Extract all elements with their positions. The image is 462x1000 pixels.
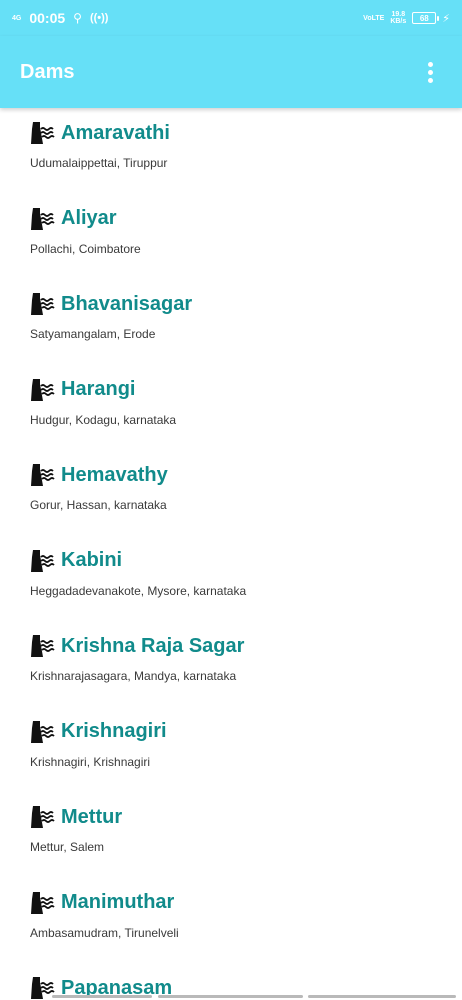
dam-location: Pollachi, Coimbatore xyxy=(30,241,141,256)
dam-icon xyxy=(31,549,55,572)
lte-indicator: VoLTE xyxy=(363,14,385,22)
dam-icon xyxy=(31,122,55,144)
battery-level: 68 xyxy=(419,13,429,23)
list-item[interactable]: Bhavanisagar Satyamangalam, Erode xyxy=(0,279,462,365)
network-speed-value: 19.8 xyxy=(391,11,406,18)
dam-name: Krishnagiri xyxy=(61,720,167,742)
list-item[interactable]: Krishnagiri Krishnagiri, Krishnagiri xyxy=(0,707,462,793)
dam-icon xyxy=(31,207,55,230)
dam-location: Udumalaippettai, Tiruppur xyxy=(30,156,168,170)
dam-location: Satyamangalam, Erode xyxy=(30,327,156,341)
charging-icon: ⚡ xyxy=(442,12,450,25)
dam-name: Harangi xyxy=(61,378,136,400)
dam-name: Manimuthar xyxy=(61,891,175,913)
nav-handle-right xyxy=(308,995,456,998)
status-time: 00:05 xyxy=(29,10,66,26)
dam-location: Hudgur, Kodagu, karnataka xyxy=(30,412,177,427)
network-speed-unit: KB/s xyxy=(390,18,407,25)
battery-icon: 68 xyxy=(412,12,440,24)
dam-icon xyxy=(31,720,55,743)
dam-icon xyxy=(31,464,55,486)
status-bar: 4G 00:05 ⚲ ((•)) VoLTE 19.8 KB/s 68 ⚡ xyxy=(0,0,462,36)
nav-handle-center xyxy=(158,995,303,998)
app-bar: Dams xyxy=(0,36,462,108)
network-indicator: 4G xyxy=(12,14,22,22)
list-item[interactable]: Aliyar Pollachi, Coimbatore xyxy=(0,194,462,280)
dam-location: Krishnagiri, Krishnagiri xyxy=(30,754,151,769)
list-item[interactable]: Mettur Mettur, Salem xyxy=(0,792,462,878)
list-item[interactable]: Hemavathy Gorur, Hassan, karnataka xyxy=(0,450,462,536)
hotspot-icon: ((•)) xyxy=(89,12,109,24)
dam-list: Amaravathi Udumalaippettai, Tiruppur Ali… xyxy=(0,108,462,1000)
dam-name: Bhavanisagar xyxy=(61,292,193,315)
dam-icon xyxy=(31,293,55,315)
dam-icon xyxy=(31,635,55,657)
dam-location: Gorur, Hassan, karnataka xyxy=(30,498,167,512)
dam-name: Mettur xyxy=(61,805,123,828)
dam-icon xyxy=(31,378,55,401)
nav-handle-left xyxy=(52,995,152,998)
dam-location: Krishnarajasagara, Mandya, karnataka xyxy=(30,669,237,683)
usb-icon: ⚲ xyxy=(73,11,82,25)
dam-name: Krishna Raja Sagar xyxy=(61,634,245,657)
list-item[interactable]: Krishna Raja Sagar Krishnarajasagara, Ma… xyxy=(0,621,462,707)
dam-name: Amaravathi xyxy=(61,121,170,144)
dam-name: Hemavathy xyxy=(61,463,168,486)
dam-name: Kabini xyxy=(61,549,123,571)
list-item[interactable]: Harangi Hudgur, Kodagu, karnataka xyxy=(0,365,462,451)
dam-icon xyxy=(31,806,55,828)
list-item[interactable]: Manimuthar Ambasamudram, Tirunelveli xyxy=(0,878,462,964)
dam-icon xyxy=(31,891,55,914)
dam-location: Ambasamudram, Tirunelveli xyxy=(30,925,179,940)
dam-name: Aliyar xyxy=(61,207,117,229)
more-vert-icon[interactable] xyxy=(418,58,442,86)
list-item[interactable]: Kabini Heggadadevanakote, Mysore, karnat… xyxy=(0,536,462,622)
dam-location: Mettur, Salem xyxy=(30,840,105,854)
page-title: Dams xyxy=(20,60,75,83)
dam-location: Heggadadevanakote, Mysore, karnataka xyxy=(30,583,247,598)
list-item[interactable]: Amaravathi Udumalaippettai, Tiruppur xyxy=(0,108,462,194)
